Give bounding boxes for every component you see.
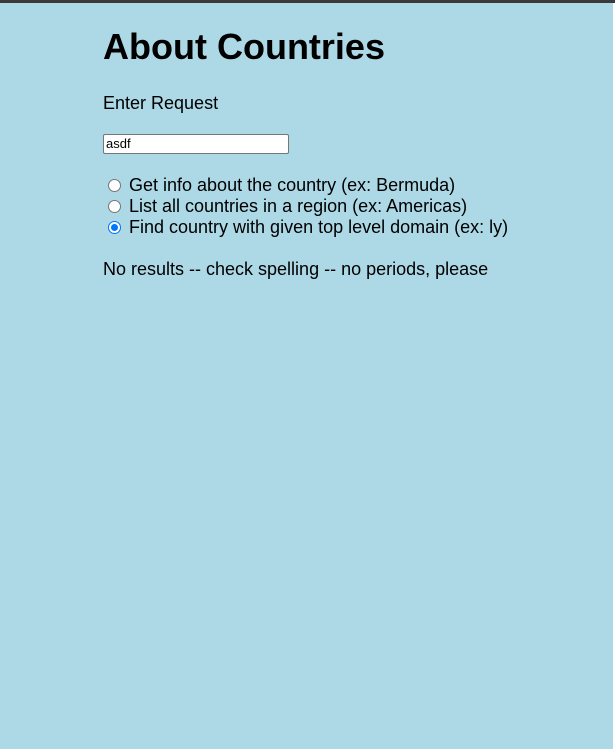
option-region-list[interactable]: List all countries in a region (ex: Amer… — [103, 196, 508, 217]
option-region-list-label: List all countries in a region (ex: Amer… — [129, 196, 468, 216]
option-tld-lookup-label: Find country with given top level domain… — [129, 217, 509, 237]
query-type-options: Get info about the country (ex: Bermuda)… — [103, 175, 508, 238]
radio-tld-lookup[interactable] — [108, 221, 121, 234]
radio-country-info[interactable] — [108, 179, 121, 192]
page-title: About Countries — [103, 26, 385, 67]
option-tld-lookup[interactable]: Find country with given top level domain… — [103, 217, 508, 238]
option-country-info[interactable]: Get info about the country (ex: Bermuda) — [103, 175, 508, 196]
option-country-info-label: Get info about the country (ex: Bermuda) — [129, 175, 456, 195]
radio-region-list[interactable] — [108, 200, 121, 213]
request-input[interactable] — [103, 134, 289, 154]
request-label: Enter Request — [103, 93, 219, 113]
page-body: About Countries Enter Request Get info a… — [0, 3, 613, 749]
result-message: No results -- check spelling -- no perio… — [103, 259, 489, 279]
